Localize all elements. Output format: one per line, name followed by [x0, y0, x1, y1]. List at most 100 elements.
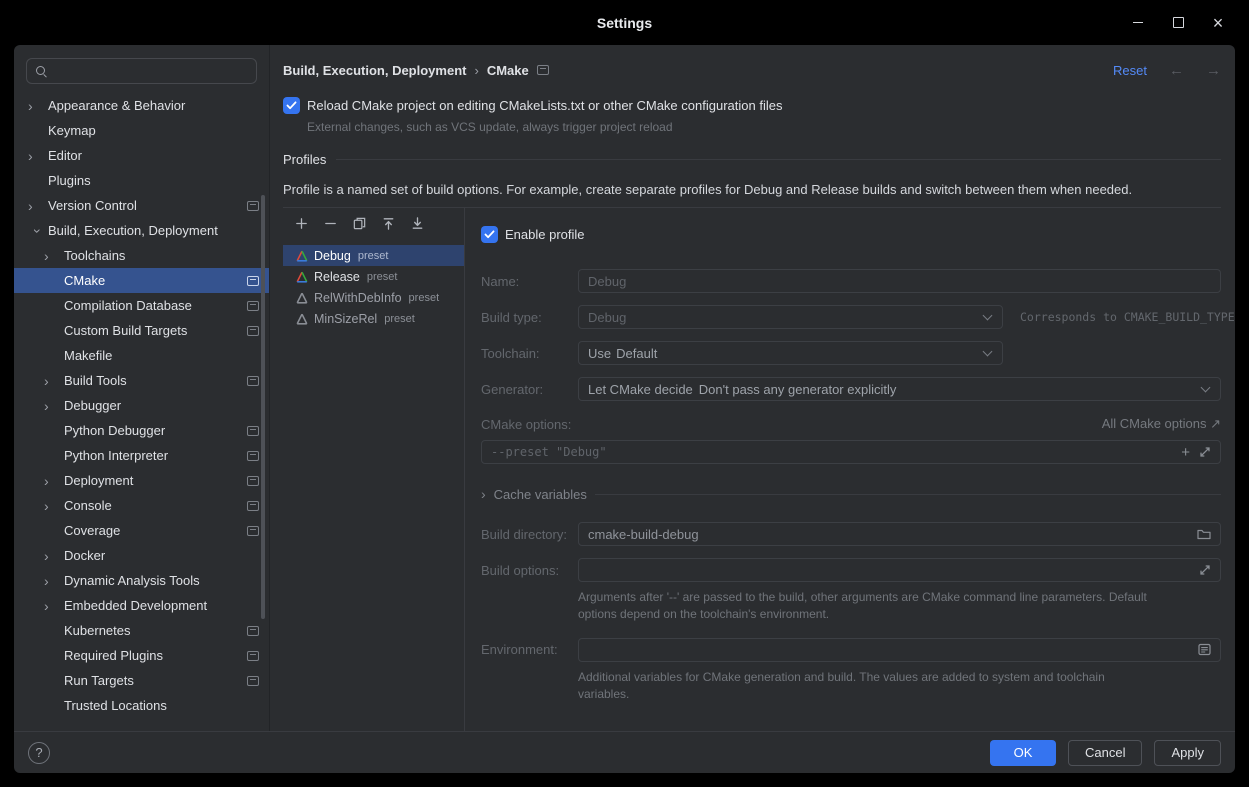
profile-item-relwithdebinfo[interactable]: RelWithDebInfopreset [283, 287, 464, 308]
search-field[interactable] [26, 58, 257, 84]
chevron-right-icon[interactable]: › [44, 573, 64, 589]
chevron-right-icon[interactable]: › [44, 248, 64, 264]
sidebar-item-trusted-locations[interactable]: Trusted Locations [14, 693, 269, 718]
enable-profile-checkbox[interactable] [481, 226, 498, 243]
sidebar-item-version-control[interactable]: ›Version Control [14, 193, 269, 218]
chevron-right-icon[interactable]: › [44, 473, 64, 489]
chevron-right-icon[interactable]: › [44, 373, 64, 389]
minimize-icon[interactable] [1129, 14, 1147, 32]
breadcrumb-parent[interactable]: Build, Execution, Deployment [283, 63, 466, 78]
copy-profile-icon[interactable] [351, 216, 367, 232]
sidebar-item-debugger[interactable]: ›Debugger [14, 393, 269, 418]
chevron-down-icon[interactable] [983, 348, 993, 358]
cache-variables-row[interactable]: › Cache variables [481, 486, 1221, 502]
sidebar-item-embedded-development[interactable]: ›Embedded Development [14, 593, 269, 618]
add-option-icon[interactable]: + [1181, 445, 1190, 460]
build-type-hint: Corresponds to CMAKE_BUILD_TYPE [1020, 310, 1235, 324]
build-directory-value: cmake-build-debug [588, 527, 699, 542]
chevron-down-icon[interactable] [1201, 384, 1211, 394]
chevron-right-icon[interactable]: › [28, 148, 48, 164]
profile-item-release[interactable]: Releasepreset [283, 266, 464, 287]
move-down-icon[interactable] [409, 216, 425, 232]
sidebar-item-plugins[interactable]: Plugins [14, 168, 269, 193]
chevron-right-icon[interactable]: › [44, 498, 64, 514]
sidebar-item-coverage[interactable]: Coverage [14, 518, 269, 543]
forward-arrow-icon[interactable]: → [1206, 62, 1221, 79]
maximize-icon[interactable] [1169, 14, 1187, 32]
cancel-button[interactable]: Cancel [1068, 740, 1142, 766]
sidebar-item-custom-build-targets[interactable]: Custom Build Targets [14, 318, 269, 343]
profile-toolbar [283, 208, 464, 239]
sidebar-item-label: Debugger [64, 398, 259, 413]
sidebar-item-keymap[interactable]: Keymap [14, 118, 269, 143]
help-button[interactable]: ? [28, 742, 50, 764]
reset-link[interactable]: Reset [1113, 63, 1147, 78]
remove-profile-icon[interactable] [322, 216, 338, 232]
project-level-icon [247, 476, 259, 486]
chevron-right-icon[interactable]: › [44, 548, 64, 564]
chevron-right-icon[interactable]: › [44, 398, 64, 414]
back-arrow-icon[interactable]: ← [1169, 62, 1184, 79]
sidebar-item-run-targets[interactable]: Run Targets [14, 668, 269, 693]
generator-label: Generator: [481, 382, 578, 397]
profile-item-debug[interactable]: Debugpreset [283, 245, 464, 266]
window-controls: × [1129, 0, 1227, 45]
environment-field[interactable] [578, 638, 1221, 662]
chevron-right-icon[interactable]: › [28, 98, 48, 114]
project-level-icon [247, 276, 259, 286]
add-profile-icon[interactable] [293, 216, 309, 232]
expand-icon[interactable] [1199, 564, 1211, 576]
chevron-down-icon[interactable]: › [30, 221, 46, 241]
project-level-icon [247, 426, 259, 436]
settings-window: ›Appearance & BehaviorKeymap›EditorPlugi… [14, 45, 1235, 773]
chevron-right-icon[interactable]: › [44, 598, 64, 614]
apply-button[interactable]: Apply [1154, 740, 1221, 766]
sidebar-item-dynamic-analysis-tools[interactable]: ›Dynamic Analysis Tools [14, 568, 269, 593]
project-level-icon [247, 301, 259, 311]
variables-list-icon[interactable] [1198, 643, 1211, 656]
cmake-options-field[interactable]: --preset "Debug" + [481, 440, 1221, 464]
reload-checkbox[interactable] [283, 97, 300, 114]
sidebar-item-makefile[interactable]: Makefile [14, 343, 269, 368]
generator-primary: Let CMake decide [588, 382, 693, 397]
toolchain-combo[interactable]: Use Default [578, 341, 1003, 365]
sidebar-item-kubernetes[interactable]: Kubernetes [14, 618, 269, 643]
sidebar-item-docker[interactable]: ›Docker [14, 543, 269, 568]
scrollbar-thumb[interactable] [261, 195, 265, 619]
profile-list-pane: DebugpresetReleasepresetRelWithDebInfopr… [283, 208, 465, 731]
search-input[interactable] [54, 64, 248, 79]
build-directory-field[interactable]: cmake-build-debug [578, 522, 1221, 546]
profile-item-minsizerel[interactable]: MinSizeRelpreset [283, 308, 464, 329]
project-level-icon [247, 626, 259, 636]
chevron-down-icon[interactable] [983, 312, 993, 322]
sidebar-item-build-execution-deployment[interactable]: ›Build, Execution, Deployment [14, 218, 269, 243]
breadcrumb-separator-icon: › [474, 63, 478, 78]
move-up-icon[interactable] [380, 216, 396, 232]
chevron-right-icon[interactable]: › [481, 486, 486, 502]
ok-button[interactable]: OK [990, 740, 1056, 766]
sidebar-item-appearance-behavior[interactable]: ›Appearance & Behavior [14, 93, 269, 118]
all-cmake-options-link[interactable]: All CMake options ↗ [1102, 416, 1221, 432]
generator-combo[interactable]: Let CMake decide Don't pass any generato… [578, 377, 1221, 401]
name-field[interactable]: Debug [578, 269, 1221, 293]
sidebar-item-python-debugger[interactable]: Python Debugger [14, 418, 269, 443]
sidebar-item-python-interpreter[interactable]: Python Interpreter [14, 443, 269, 468]
sidebar-item-deployment[interactable]: ›Deployment [14, 468, 269, 493]
profile-suffix: preset [409, 292, 440, 304]
build-options-field[interactable] [578, 558, 1221, 582]
sidebar-item-console[interactable]: ›Console [14, 493, 269, 518]
build-type-combo[interactable]: Debug [578, 305, 1003, 329]
sidebar-item-compilation-database[interactable]: Compilation Database [14, 293, 269, 318]
sidebar-item-required-plugins[interactable]: Required Plugins [14, 643, 269, 668]
sidebar-item-toolchains[interactable]: ›Toolchains [14, 243, 269, 268]
sidebar-item-cmake[interactable]: CMake [14, 268, 269, 293]
expand-icon[interactable] [1199, 446, 1211, 458]
sidebar-item-editor[interactable]: ›Editor [14, 143, 269, 168]
folder-icon[interactable] [1197, 528, 1211, 540]
close-icon[interactable]: × [1209, 14, 1227, 32]
chevron-right-icon[interactable]: › [28, 198, 48, 214]
sidebar-item-build-tools[interactable]: ›Build Tools [14, 368, 269, 393]
toolchain-prefix: Use [588, 346, 611, 361]
cmake-options-row: --preset "Debug" + [481, 440, 1221, 464]
breadcrumb: Build, Execution, Deployment › CMake Res… [283, 57, 1221, 83]
